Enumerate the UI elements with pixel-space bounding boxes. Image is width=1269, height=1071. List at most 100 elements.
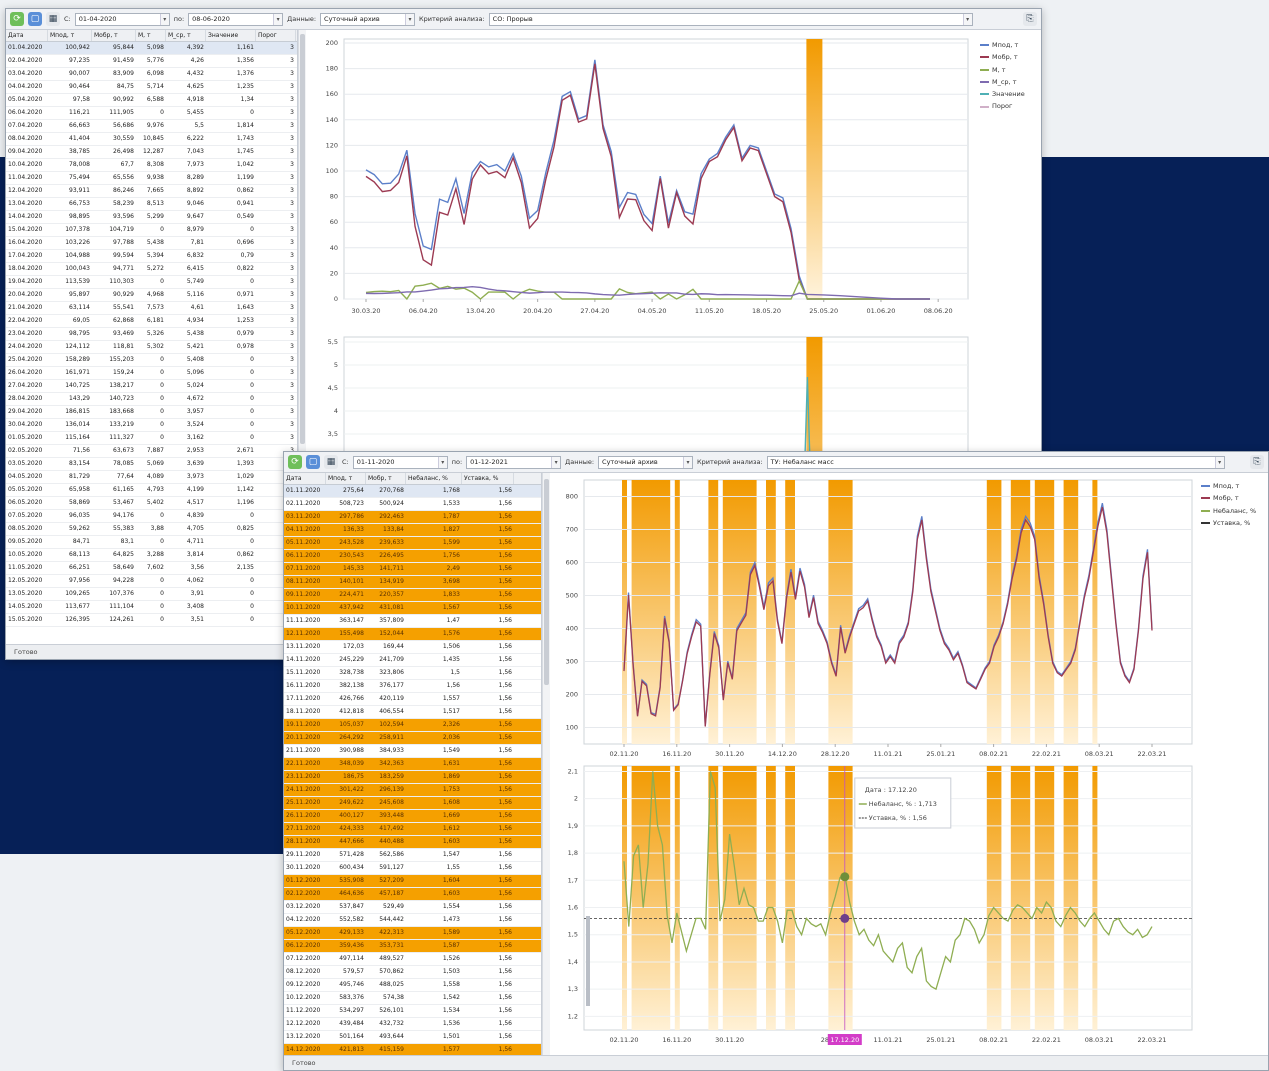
table-row[interactable]: 18.04.2020 100,043 94,771 5,272 6,415 0,822 3 (6, 263, 297, 276)
legend-item[interactable]: М_ср, т (980, 76, 1025, 88)
table-row[interactable]: 17.04.2020 104,988 99,594 5,394 6,832 0,79 3 (6, 250, 297, 263)
table-row[interactable]: 09.11.2020 224,471 220,357 1,833 1,56 (284, 589, 541, 602)
table-row[interactable]: 23.11.2020 186,75 183,259 1,869 1,56 (284, 771, 541, 784)
criterion-select[interactable]: ТУ: Небаланс масс ▾ (766, 455, 1225, 469)
table-row[interactable]: 17.11.2020 426,766 420,119 1,557 1,56 (284, 693, 541, 706)
chevron-down-icon[interactable]: ▾ (273, 13, 283, 25)
chevron-down-icon[interactable]: ▾ (1214, 456, 1224, 468)
table-row[interactable]: 08.05.202059,26255,3833,884,7050,8253 (6, 523, 297, 536)
table-row[interactable]: 07.04.2020 66,663 56,686 9,976 5,5 1,814 3 (6, 120, 297, 133)
table-row[interactable]: 15.05.2020126,395124,26103,5103 (6, 614, 297, 627)
to-date-field[interactable]: 08-06-2020 ▾ (188, 12, 284, 26)
table-row[interactable]: 01.11.2020 275,64 270,768 1,768 1,56 (284, 485, 541, 498)
column-header[interactable]: Мпод, т (48, 30, 92, 41)
table-row[interactable]: 03.04.2020 90,007 83,909 6,098 4,432 1,376 3 (6, 68, 297, 81)
table-row[interactable]: 26.04.2020 161,971 159,24 0 5,096 0 3 (6, 367, 297, 380)
table-row[interactable]: 11.12.2020 534,297 526,101 1,534 1,56 (284, 1005, 541, 1018)
table-row[interactable]: 06.04.2020 116,21 111,905 0 5,455 0 3 (6, 107, 297, 120)
chevron-down-icon[interactable]: ▾ (551, 456, 561, 468)
table-row[interactable]: 30.11.2020 600,434 591,127 1,55 1,56 (284, 862, 541, 875)
legend-item[interactable]: М, т (980, 64, 1025, 76)
chevron-down-icon[interactable]: ▾ (437, 456, 447, 468)
table-row[interactable]: 26.11.2020 400,127 393,448 1,669 1,56 (284, 810, 541, 823)
table-row[interactable]: 29.11.2020 571,428 562,586 1,547 1,56 (284, 849, 541, 862)
data-select[interactable]: Суточный архив ▾ (598, 455, 694, 469)
table-row[interactable]: 12.12.2020 439,484 432,732 1,536 1,56 (284, 1018, 541, 1031)
table-row[interactable]: 05.04.2020 97,58 90,992 6,588 4,918 1,34 3 (6, 94, 297, 107)
table-row[interactable]: 10.12.2020 583,376 574,38 1,542 1,56 (284, 992, 541, 1005)
table-row[interactable]: 10.04.2020 78,008 67,7 8,308 7,973 1,042 3 (6, 159, 297, 172)
table-row[interactable]: 03.12.2020 537,847 529,49 1,554 1,56 (284, 901, 541, 914)
table-row[interactable]: 04.12.2020 552,582 544,442 1,473 1,56 (284, 914, 541, 927)
table-row[interactable]: 02.04.2020 97,235 91,459 5,776 4,26 1,356 3 (6, 55, 297, 68)
table-row[interactable]: 13.11.2020 172,03 169,44 1,506 1,56 (284, 641, 541, 654)
table-row[interactable]: 11.04.2020 75,494 65,556 9,938 8,289 1,199 3 (6, 172, 297, 185)
table-row[interactable]: 02.05.202071,5663,6737,8872,9532,6713 (6, 445, 297, 458)
export-icon[interactable]: ⎘ (1023, 12, 1037, 26)
legend-item[interactable]: Значение (980, 88, 1025, 100)
grid-view-icon[interactable]: ▦ (324, 455, 338, 469)
table-row[interactable]: 11.11.2020 363,147 357,809 1,47 1,56 (284, 615, 541, 628)
column-header[interactable]: Дата (284, 473, 326, 484)
table-row[interactable]: 28.11.2020 447,666 440,488 1,603 1,56 (284, 836, 541, 849)
table-row[interactable]: 01.04.2020 100,942 95,844 5,098 4,392 1,161 3 (6, 42, 297, 55)
table-row[interactable]: 16.04.2020 103,226 97,788 5,438 7,81 0,696 3 (6, 237, 297, 250)
table-row[interactable]: 08.04.2020 41,404 30,559 10,845 6,222 1,743 3 (6, 133, 297, 146)
legend-item[interactable]: Мобр, т (1201, 492, 1256, 504)
legend-item[interactable]: Мпод, т (1201, 480, 1256, 492)
table-row[interactable]: 08.12.2020 579,57 570,862 1,503 1,56 (284, 966, 541, 979)
chevron-down-icon[interactable]: ▾ (962, 13, 972, 25)
table-row[interactable]: 14.04.2020 98,895 93,596 5,299 9,647 0,549 3 (6, 211, 297, 224)
scrollbar-thumb[interactable] (300, 34, 305, 444)
table-row[interactable]: 06.05.202058,86953,4675,4024,5171,1963 (6, 497, 297, 510)
table-row[interactable]: 07.12.2020 497,114 489,527 1,526 1,56 (284, 953, 541, 966)
table-row[interactable]: 20.11.2020 264,292 258,911 2,036 1,56 (284, 732, 541, 745)
table-row[interactable]: 03.11.2020 297,786 292,463 1,787 1,56 (284, 511, 541, 524)
table-row[interactable]: 06.12.2020 359,436 353,731 1,587 1,56 (284, 940, 541, 953)
column-header[interactable]: Мобр, т (366, 473, 406, 484)
table-row[interactable]: 15.11.2020 328,738 323,806 1,5 1,56 (284, 667, 541, 680)
table-row[interactable]: 05.05.202065,95861,1654,7934,1991,1423 (6, 484, 297, 497)
table-row[interactable]: 13.12.2020 501,164 493,644 1,501 1,56 (284, 1031, 541, 1044)
column-header[interactable]: М_ср, т (166, 30, 206, 41)
refresh-icon[interactable]: ⟳ (288, 455, 302, 469)
table-row[interactable]: 10.05.202068,11364,8253,2883,8140,8623 (6, 549, 297, 562)
table-row[interactable]: 05.12.2020 429,133 422,313 1,589 1,56 (284, 927, 541, 940)
table-row[interactable]: 30.04.2020 136,014 133,219 0 3,524 0 3 (6, 419, 297, 432)
scrollbar-thumb[interactable] (544, 479, 549, 685)
table-row[interactable]: 13.04.2020 66,753 58,239 8,513 9,046 0,941 3 (6, 198, 297, 211)
column-header[interactable]: Мобр, т (92, 30, 136, 41)
table-row[interactable]: 25.04.2020 158,289 155,203 0 5,408 0 3 (6, 354, 297, 367)
from-date-field[interactable]: 01-11-2020 ▾ (352, 455, 448, 469)
table-row[interactable]: 16.11.2020 382,138 376,177 1,56 1,56 (284, 680, 541, 693)
to-date-field[interactable]: 01-12-2021 ▾ (466, 455, 562, 469)
table-row[interactable]: 12.11.2020 155,498 152,044 1,576 1,56 (284, 628, 541, 641)
refresh-icon[interactable]: ⟳ (10, 12, 24, 26)
column-header[interactable]: Порог (256, 30, 296, 41)
legend-item[interactable]: Уставка, % (1201, 517, 1256, 529)
table-row[interactable]: 09.04.2020 38,785 26,498 12,287 7,043 1,745 3 (6, 146, 297, 159)
table-row[interactable]: 05.11.2020 243,528 239,633 1,599 1,56 (284, 537, 541, 550)
table-row[interactable]: 22.04.2020 69,05 62,868 6,181 4,934 1,253 3 (6, 315, 297, 328)
table-row[interactable]: 27.11.2020 424,333 417,492 1,612 1,56 (284, 823, 541, 836)
table-row[interactable]: 04.11.2020 136,33 133,84 1,827 1,56 (284, 524, 541, 537)
table-row[interactable]: 04.04.2020 90,464 84,75 5,714 4,625 1,235 3 (6, 81, 297, 94)
legend-item[interactable]: Мобр, т (980, 51, 1025, 63)
grid-view-icon[interactable]: ▦ (46, 12, 60, 26)
table-row[interactable]: 02.12.2020 464,636 457,187 1,603 1,56 (284, 888, 541, 901)
legend-item[interactable]: Порог (980, 100, 1025, 112)
table-row[interactable]: 25.11.2020 249,622 245,608 1,608 1,56 (284, 797, 541, 810)
table-row[interactable]: 23.04.2020 98,795 93,469 5,326 5,438 0,979 3 (6, 328, 297, 341)
grid-scrollbar[interactable] (542, 473, 550, 1055)
table-row[interactable]: 14.11.2020 245,229 241,709 1,435 1,56 (284, 654, 541, 667)
column-header[interactable]: Мпод, т (326, 473, 366, 484)
table-row[interactable]: 15.04.2020 107,378 104,719 0 8,979 0 3 (6, 224, 297, 237)
column-header[interactable]: Небаланс, % (406, 473, 462, 484)
table-row[interactable]: 06.11.2020 230,543 226,495 1,756 1,56 (284, 550, 541, 563)
legend-item[interactable]: Небаланс, % (1201, 505, 1256, 517)
criterion-select[interactable]: СО: Прорыв ▾ (488, 12, 973, 26)
column-header[interactable]: Уставка, % (462, 473, 514, 484)
table-row[interactable]: 19.11.2020 105,037 102,594 2,326 1,56 (284, 719, 541, 732)
window-icon[interactable]: ▢ (28, 12, 42, 26)
table-row[interactable]: 09.05.202084,7183,104,71103 (6, 536, 297, 549)
